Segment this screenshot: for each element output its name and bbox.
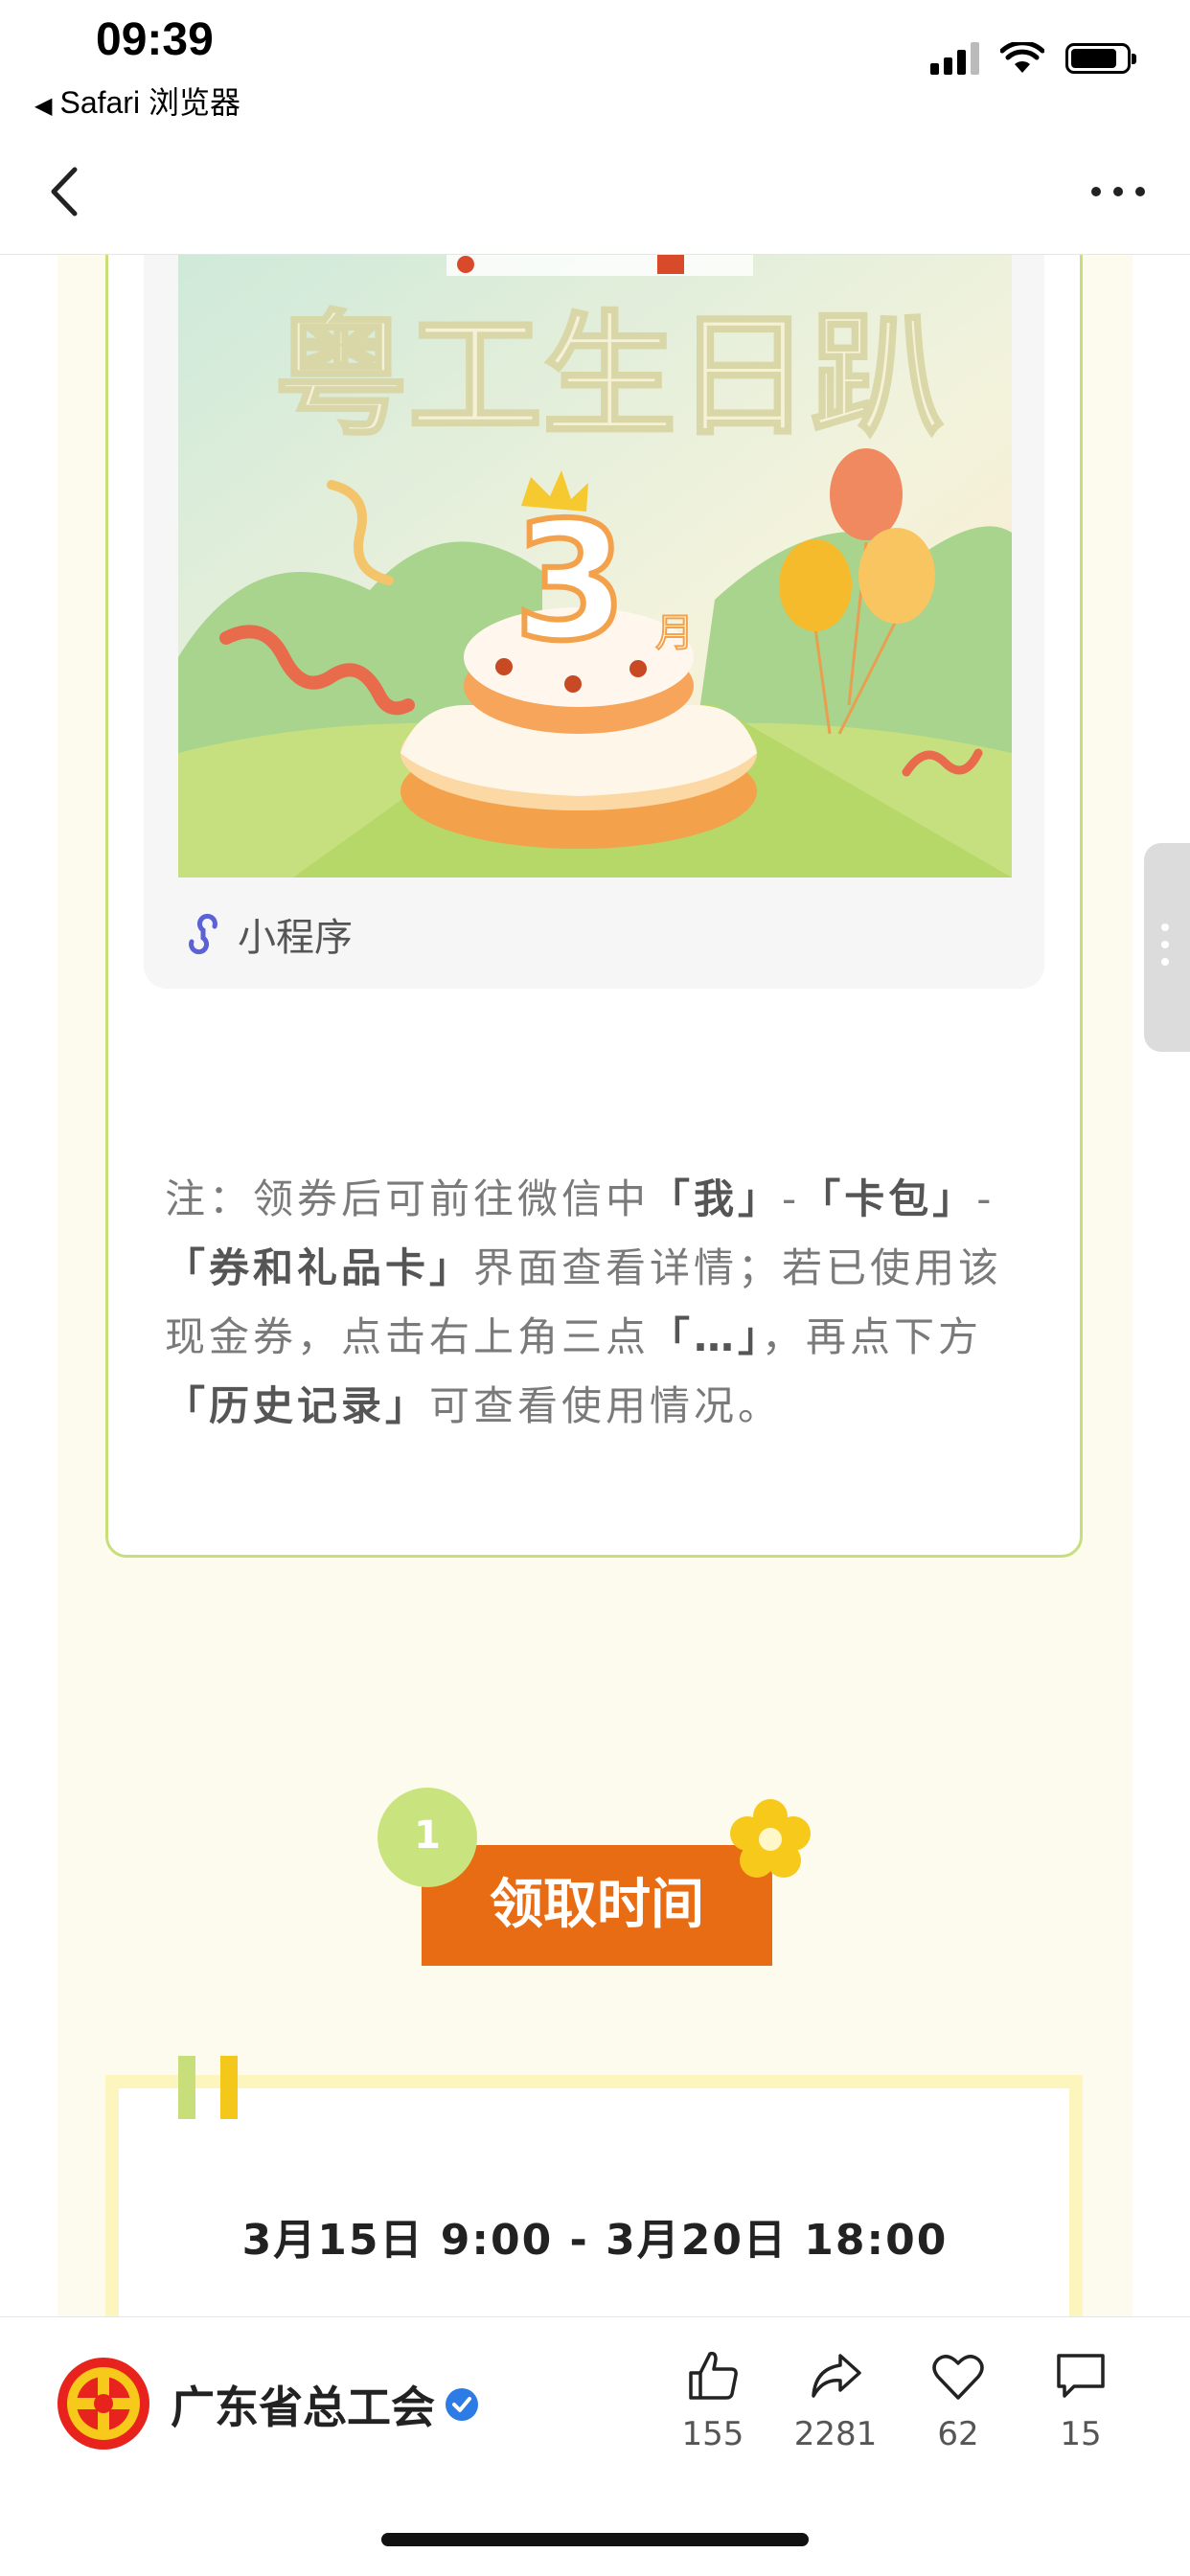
birthday-banner-image: 粤工生日趴 3 月 [178, 255, 1012, 878]
note-text: - [782, 1175, 801, 1222]
note-emphasis: 「券和礼品卡」 [165, 1244, 474, 1291]
claim-date-range: 3月15日 9:00 - 3月20日 18:00 [241, 2216, 949, 2265]
note-emphasis: 「我」 [650, 1175, 783, 1222]
favorite-count: 62 [937, 2415, 979, 2453]
back-app-label: Safari 浏览器 [59, 85, 240, 120]
flower-icon [730, 1799, 811, 1878]
mini-program-text: 小程序 [238, 916, 353, 960]
back-chevron-icon[interactable] [38, 158, 96, 225]
cellular-signal-icon [930, 42, 979, 75]
comment-button[interactable]: 15 [1019, 2346, 1142, 2453]
section-title: 领取时间 [490, 1874, 704, 1936]
mini-program-card[interactable]: 粤工生日趴 3 月 小程序 [144, 255, 1044, 989]
note-text: - [976, 1175, 995, 1222]
note-text: 注：领券后可前往微信中 [165, 1175, 651, 1222]
mini-program-link-icon [189, 913, 217, 955]
note-emphasis: 「历史记录」 [165, 1382, 430, 1429]
coupon-note: 注：领券后可前往微信中「我」-「卡包」-「券和礼品卡」界面查看详情；若已使用该现… [165, 1165, 1027, 1441]
heart-icon [932, 2355, 984, 2400]
share-arrow-icon [812, 2354, 861, 2398]
thumbs-up-icon [689, 2351, 738, 2400]
decor-bar-green [178, 2056, 195, 2119]
account-name-row[interactable]: 广东省总工会 [171, 2373, 481, 2436]
section-number-badge: 1 [378, 1788, 477, 1887]
account-name: 广东省总工会 [171, 2382, 435, 2433]
birthday-cake-illustration: 粤工生日趴 3 月 [178, 255, 1012, 878]
article-content[interactable]: 粤工生日趴 3 月 小程序 注：领券后可前往微信中「我」-「卡包」-「券和礼品卡… [0, 255, 1190, 2316]
status-bar: 09:39 ◀ Safari 浏览器 [0, 0, 1190, 129]
verified-badge-icon [446, 2388, 478, 2421]
decor-bar-yellow [220, 2056, 238, 2119]
status-time: 09:39 [96, 14, 214, 65]
home-indicator[interactable] [381, 2533, 809, 2546]
wifi-icon [1000, 42, 1044, 73]
note-text: ，再点下方 [762, 1313, 983, 1360]
svg-text:月: 月 [655, 611, 694, 655]
like-count: 155 [681, 2415, 744, 2453]
share-count: 2281 [793, 2415, 878, 2453]
nav-bar [0, 129, 1190, 255]
note-emphasis: 「…」 [650, 1313, 763, 1360]
back-to-safari-link[interactable]: ◀ Safari 浏览器 [34, 79, 240, 123]
comment-count: 15 [1060, 2415, 1102, 2453]
more-options-icon[interactable] [1085, 168, 1152, 216]
side-drawer-handle[interactable] [1144, 843, 1190, 1052]
mini-program-label: 小程序 [182, 906, 353, 962]
battery-icon [1065, 43, 1136, 74]
comment-bubble-icon [1057, 2354, 1105, 2398]
note-emphasis: 「卡包」 [800, 1175, 977, 1222]
status-icons [930, 42, 1136, 75]
note-text: 可查看使用情况。 [429, 1382, 783, 1429]
svg-text:3: 3 [514, 488, 627, 677]
action-bar: 155 2281 62 15 [652, 2346, 1142, 2453]
section-heading: 领取时间 1 [378, 1788, 824, 1966]
favorite-button[interactable]: 62 [897, 2346, 1019, 2453]
like-button[interactable]: 155 [652, 2346, 774, 2453]
svg-text:粤工生日趴: 粤工生日趴 [274, 299, 945, 455]
share-button[interactable]: 2281 [774, 2346, 897, 2453]
account-avatar[interactable] [56, 2356, 151, 2451]
time-card [105, 2075, 1083, 2316]
back-triangle-icon: ◀ [34, 93, 53, 119]
